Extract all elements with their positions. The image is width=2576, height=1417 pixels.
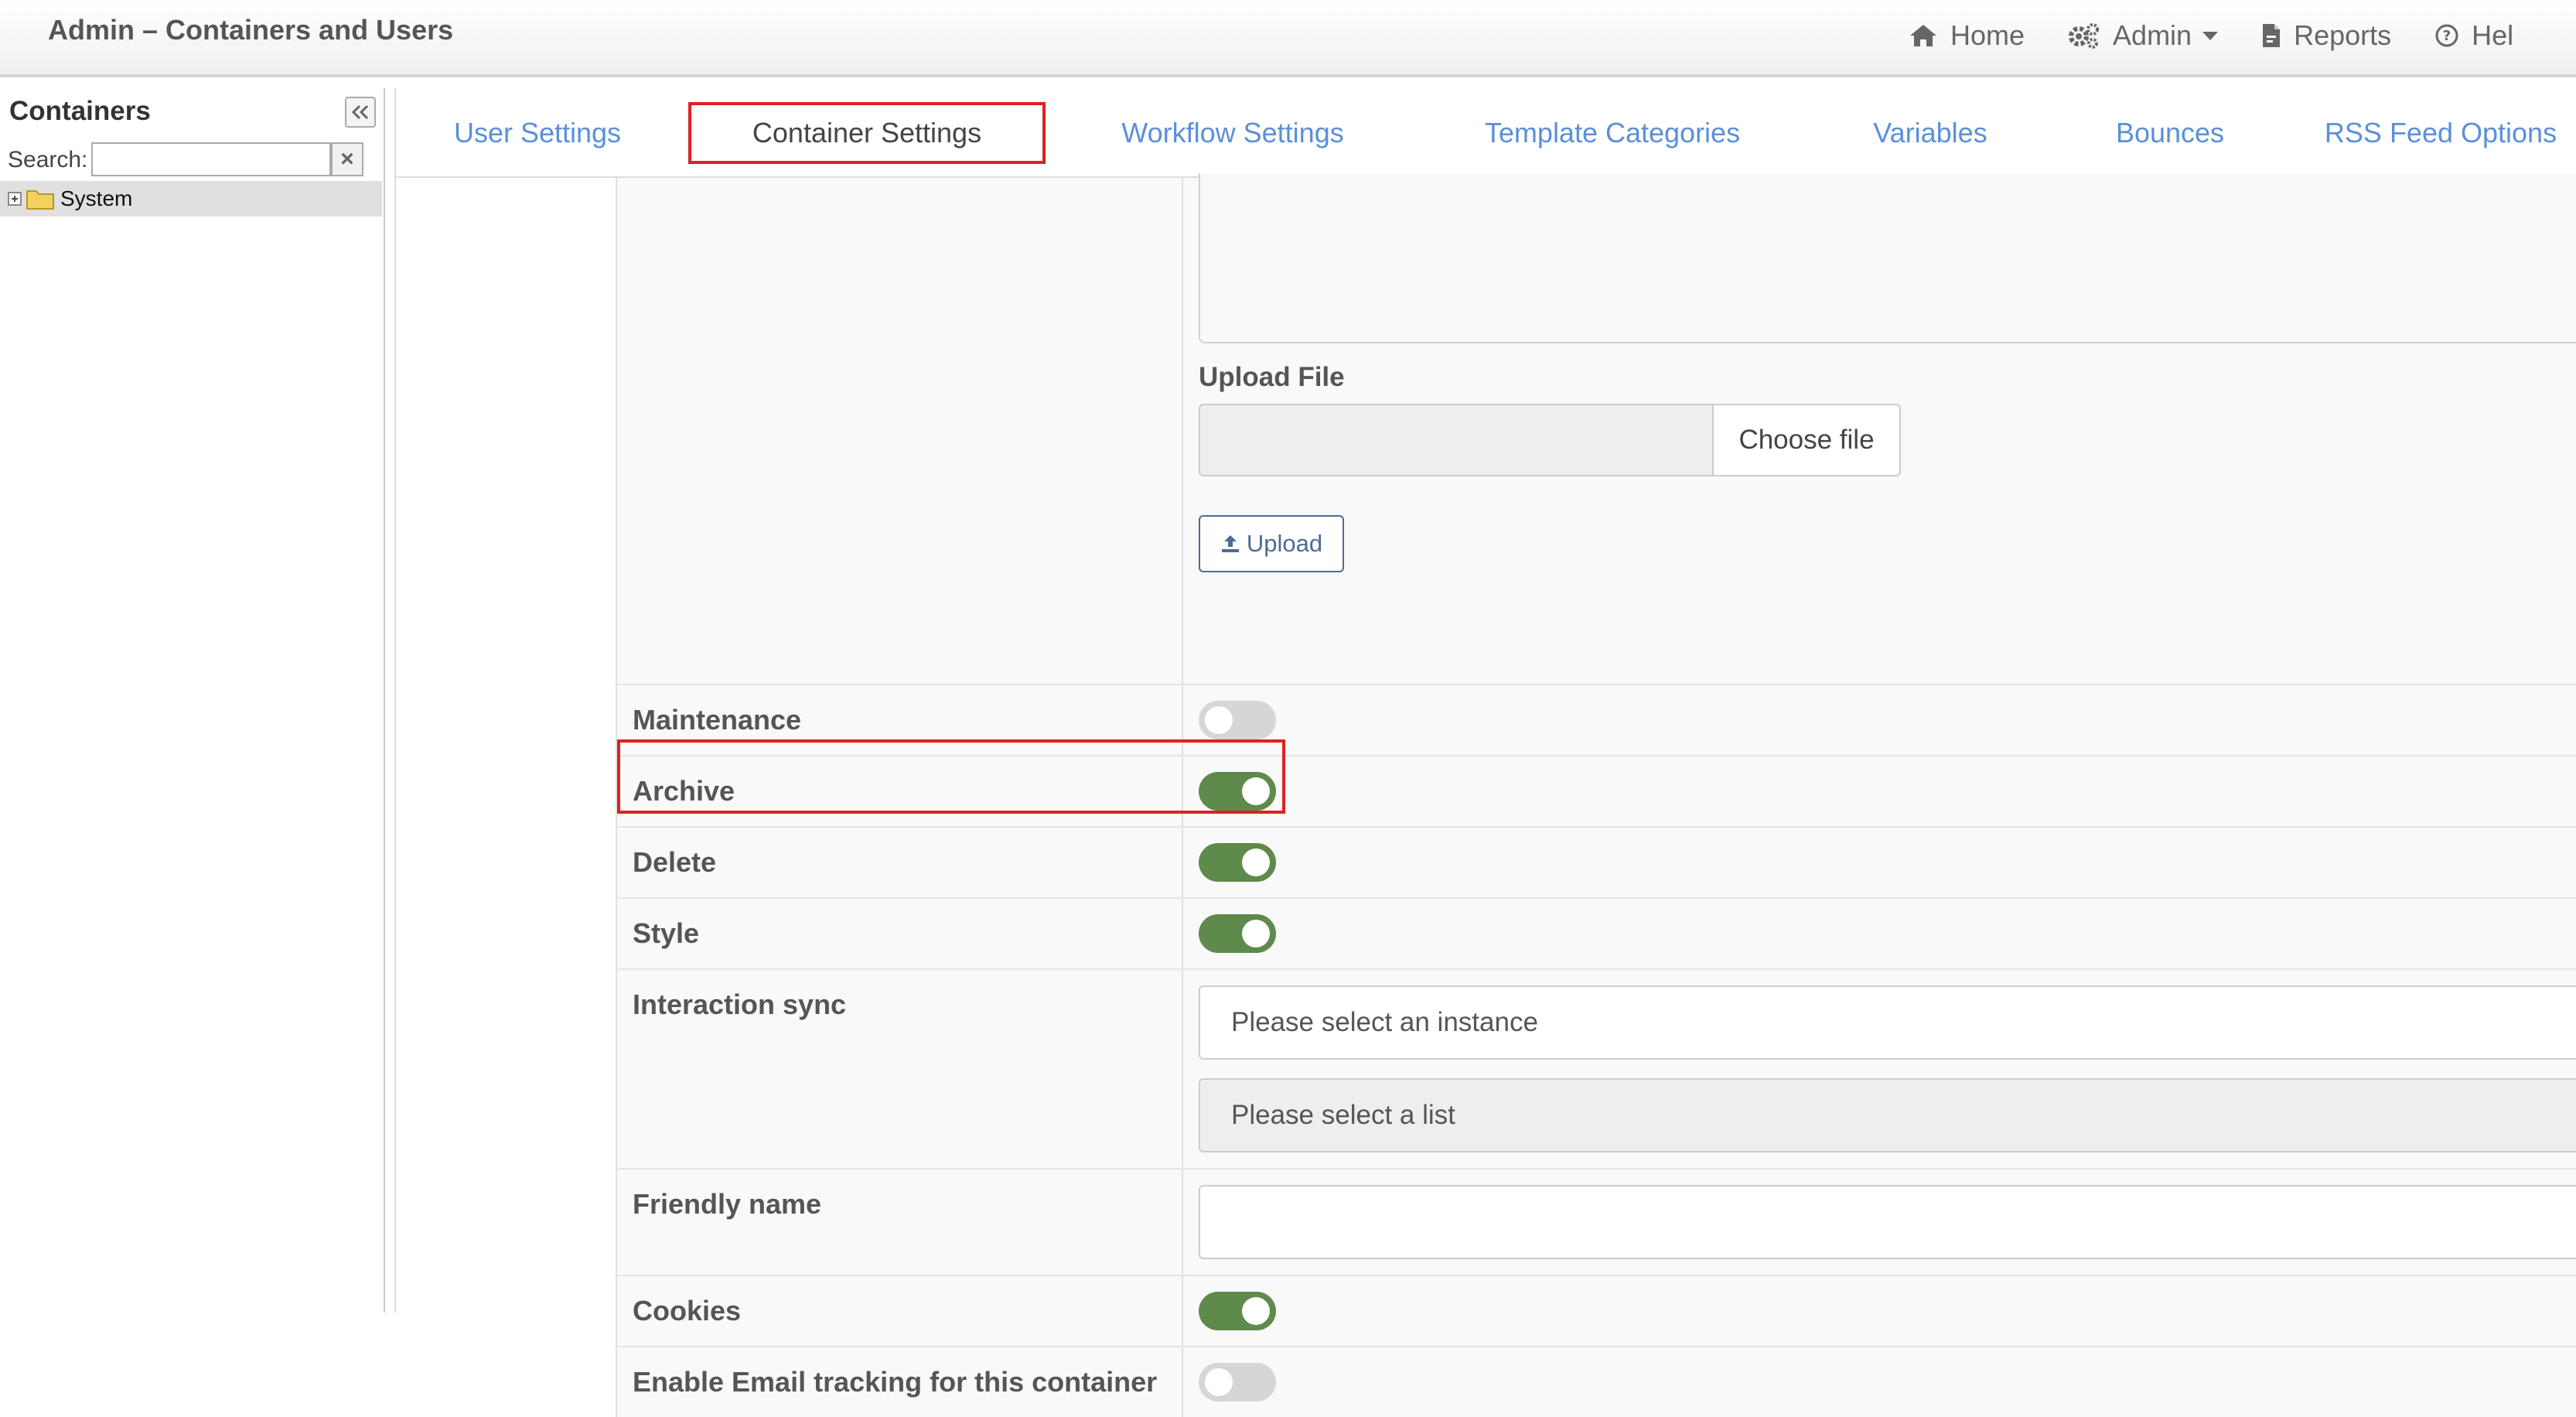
archive-value-cell xyxy=(1183,756,2576,826)
email-tracking-value-cell xyxy=(1183,1347,2576,1417)
style-row: Style xyxy=(616,897,2576,968)
interaction-sync-label: Interaction sync xyxy=(633,988,847,1020)
archive-label-cell: Archive xyxy=(616,756,1183,826)
file-input[interactable]: Choose file xyxy=(1199,404,1901,476)
chevron-down-icon xyxy=(2202,31,2219,40)
app-title: Admin – Containers and Users xyxy=(48,14,454,46)
upload-row-value-cell: Upload File Choose file Upload xyxy=(1183,173,2576,684)
email-tracking-label-cell: Enable Email tracking for this container xyxy=(616,1347,1183,1417)
cookies-label: Cookies xyxy=(633,1295,742,1327)
instance-select[interactable]: Please select an instance xyxy=(1199,985,2576,1060)
email-tracking-label: Enable Email tracking for this container xyxy=(633,1366,1158,1398)
maintenance-value-cell xyxy=(1183,685,2576,755)
sidebar-header: Containers xyxy=(0,88,382,138)
style-value-cell xyxy=(1183,899,2576,968)
collapse-sidebar-button[interactable] xyxy=(345,97,376,128)
tab-variables[interactable]: Variables xyxy=(1807,102,2054,164)
tab-workflow-settings[interactable]: Workflow Settings xyxy=(1047,102,1418,164)
nav-admin[interactable]: Admin xyxy=(2068,19,2219,52)
search-label: Search: xyxy=(8,147,88,172)
upload-icon xyxy=(1221,535,1239,552)
delete-toggle[interactable] xyxy=(1199,843,1276,882)
nav-help-label: Hel xyxy=(2472,19,2514,51)
cookies-label-cell: Cookies xyxy=(616,1276,1183,1346)
style-toggle[interactable] xyxy=(1199,914,1276,953)
nav-reports-label: Reports xyxy=(2294,19,2392,51)
interaction-sync-row: Interaction sync Please select an instan… xyxy=(616,968,2576,1168)
maintenance-label: Maintenance xyxy=(633,704,802,736)
archive-toggle[interactable] xyxy=(1199,772,1276,811)
report-file-icon xyxy=(2263,24,2281,47)
tree-item-system[interactable]: System xyxy=(0,181,382,217)
style-label-cell: Style xyxy=(616,899,1183,968)
nav-reports[interactable]: Reports xyxy=(2261,19,2391,52)
tree-item-label: System xyxy=(60,186,133,210)
friendly-name-value-cell xyxy=(1183,1169,2576,1275)
double-chevron-left-icon xyxy=(351,104,369,120)
maintenance-toggle[interactable] xyxy=(1199,701,1276,739)
top-bar: Admin – Containers and Users Home Admin xyxy=(0,0,2576,77)
tab-template-categories[interactable]: Template Categories xyxy=(1418,102,1807,164)
nav-admin-label: Admin xyxy=(2113,19,2192,51)
upload-button[interactable]: Upload xyxy=(1199,515,1344,572)
folder-icon xyxy=(26,190,54,210)
nav-help[interactable]: ? Hel xyxy=(2434,19,2513,52)
tab-bounces[interactable]: Bounces xyxy=(2054,102,2286,164)
choose-file-button[interactable]: Choose file xyxy=(1712,405,1899,475)
delete-value-cell xyxy=(1183,828,2576,897)
maintenance-label-cell: Maintenance xyxy=(616,685,1183,755)
interaction-sync-label-cell: Interaction sync xyxy=(616,970,1183,1168)
tab-container-settings[interactable]: Container Settings xyxy=(688,102,1046,164)
sidebar-title: Containers xyxy=(9,96,151,126)
gears-icon xyxy=(2069,23,2100,49)
delete-label-cell: Delete xyxy=(616,828,1183,897)
tree-expand-icon[interactable] xyxy=(8,192,22,206)
cookies-value-cell xyxy=(1183,1276,2576,1346)
maintenance-row: Maintenance xyxy=(616,684,2576,755)
delete-row: Delete xyxy=(616,826,2576,897)
nav-home-label: Home xyxy=(1950,19,2025,51)
friendly-name-input[interactable] xyxy=(1199,1185,2576,1259)
friendly-name-label: Friendly name xyxy=(633,1188,822,1220)
search-input[interactable] xyxy=(91,142,331,176)
cookies-row: Cookies xyxy=(616,1275,2576,1346)
tab-user-settings[interactable]: User Settings xyxy=(396,102,679,164)
friendly-name-label-cell: Friendly name xyxy=(616,1169,1183,1275)
top-navigation: Home Admin Reports ? Hel xyxy=(1909,17,2557,54)
delete-label: Delete xyxy=(633,846,717,878)
archive-label: Archive xyxy=(633,775,735,807)
home-icon xyxy=(1910,25,1936,46)
upload-row-label-cell xyxy=(616,178,1183,684)
list-select[interactable]: Please select a list xyxy=(1199,1078,2576,1152)
email-tracking-row: Enable Email tracking for this container xyxy=(616,1346,2576,1417)
clear-search-button[interactable]: × xyxy=(331,142,363,176)
tab-rss-feed-options[interactable]: RSS Feed Options xyxy=(2286,102,2576,164)
containers-sidebar: Containers Search: × System xyxy=(0,88,385,1313)
email-tracking-toggle[interactable] xyxy=(1199,1363,1276,1402)
main-panel: User Settings Container Settings Workflo… xyxy=(394,88,2576,1417)
interaction-sync-value-cell: Please select an instance Please select … xyxy=(1183,970,2576,1168)
friendly-name-row: Friendly name xyxy=(616,1168,2576,1275)
upload-row: Upload File Choose file Upload xyxy=(616,173,2576,684)
archive-row: Archive xyxy=(616,755,2576,826)
cookies-toggle[interactable] xyxy=(1199,1292,1276,1330)
style-label: Style xyxy=(633,917,700,949)
upload-file-label: Upload File xyxy=(1199,362,1345,392)
content-textarea[interactable] xyxy=(1199,173,2576,343)
svg-text:?: ? xyxy=(2443,28,2451,44)
help-icon: ? xyxy=(2435,24,2458,47)
nav-home[interactable]: Home xyxy=(1909,19,2025,52)
settings-tabs: User Settings Container Settings Workflo… xyxy=(396,88,2576,178)
upload-button-label: Upload xyxy=(1246,530,1323,557)
